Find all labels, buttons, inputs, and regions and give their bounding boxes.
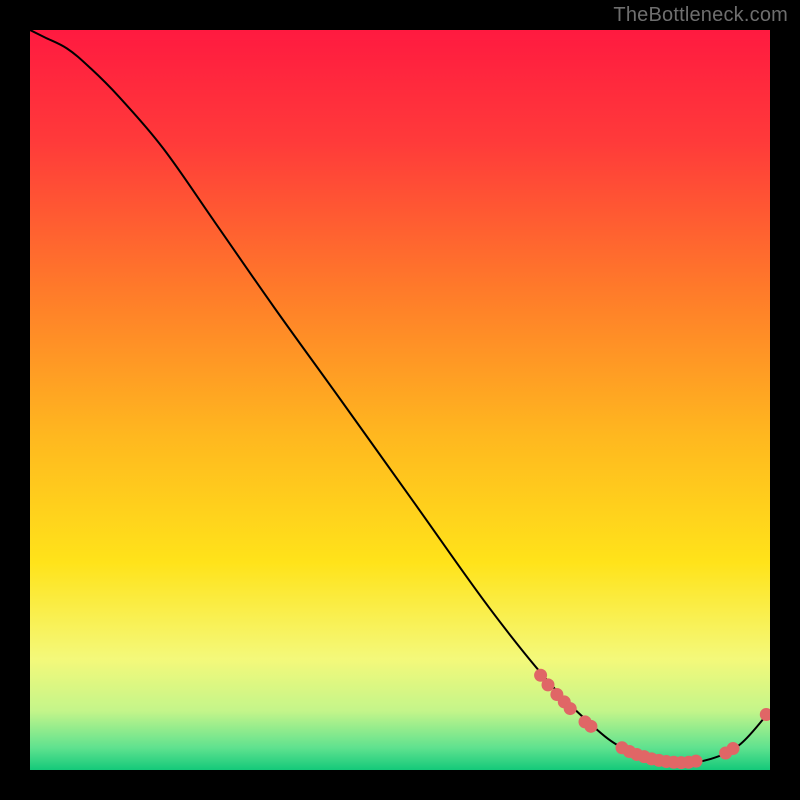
watermark-label: TheBottleneck.com (613, 4, 788, 27)
chart-container: TheBottleneck.com (0, 0, 800, 800)
chart-svg (30, 30, 770, 770)
gradient-background (30, 30, 770, 770)
data-point (584, 720, 597, 733)
data-point (542, 678, 555, 691)
data-point (690, 755, 703, 768)
data-point (727, 742, 740, 755)
plot-area (30, 30, 770, 770)
data-point (564, 702, 577, 715)
